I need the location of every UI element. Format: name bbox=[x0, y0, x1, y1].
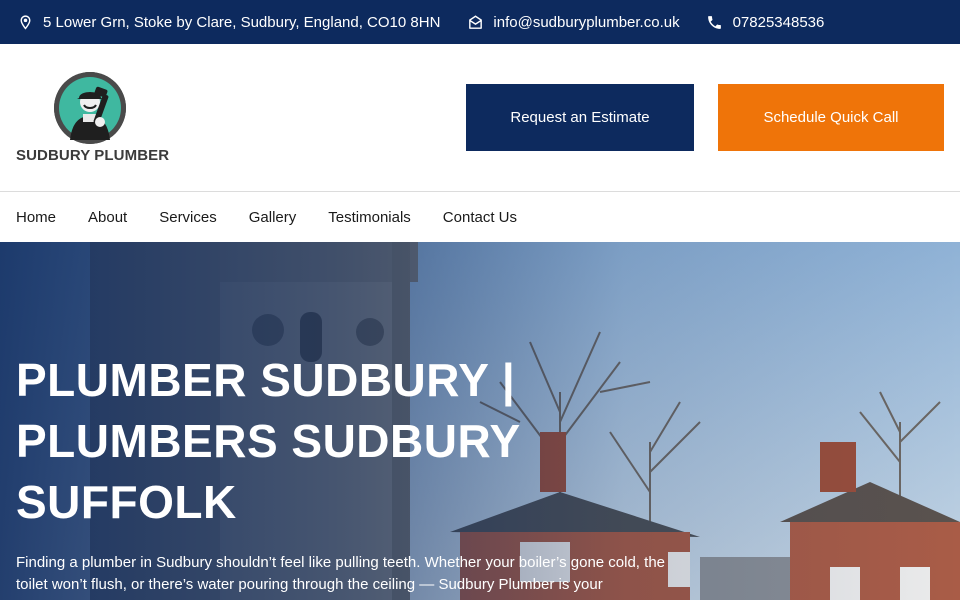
nav-item-gallery[interactable]: Gallery bbox=[249, 209, 297, 226]
hero-section: PLUMBER SUDBURY | PLUMBERS SUDBURY SUFFO… bbox=[0, 242, 960, 600]
email-item[interactable]: info@sudburyplumber.co.uk bbox=[466, 13, 680, 31]
plumber-logo-icon bbox=[54, 72, 126, 144]
nav-item-services[interactable]: Services bbox=[159, 209, 217, 226]
main-nav: Home About Services Gallery Testimonials… bbox=[0, 192, 960, 242]
top-contact-bar: 5 Lower Grn, Stoke by Clare, Sudbury, En… bbox=[0, 0, 960, 44]
nav-item-home[interactable]: Home bbox=[16, 209, 56, 226]
nav-item-testimonials[interactable]: Testimonials bbox=[328, 209, 411, 226]
phone-item[interactable]: 07825348536 bbox=[706, 13, 825, 31]
phone-link[interactable]: 07825348536 bbox=[733, 14, 825, 31]
site-logo[interactable]: SUDBURY PLUMBER bbox=[16, 72, 170, 168]
logo-wordmark: SUDBURY PLUMBER bbox=[16, 147, 170, 164]
nav-item-contact[interactable]: Contact Us bbox=[443, 209, 517, 226]
address-item: 5 Lower Grn, Stoke by Clare, Sudbury, En… bbox=[16, 13, 440, 31]
request-estimate-button[interactable]: Request an Estimate bbox=[466, 84, 694, 151]
nav-item-about[interactable]: About bbox=[88, 209, 127, 226]
phone-icon bbox=[706, 13, 724, 31]
hero-title: PLUMBER SUDBURY | PLUMBERS SUDBURY SUFFO… bbox=[16, 354, 520, 528]
email-link[interactable]: info@sudburyplumber.co.uk bbox=[493, 14, 679, 31]
hero-intro-text: Finding a plumber in Sudbury shouldn’t f… bbox=[16, 554, 665, 593]
address-text: 5 Lower Grn, Stoke by Clare, Sudbury, En… bbox=[43, 13, 441, 31]
envelope-open-icon bbox=[466, 13, 484, 31]
map-pin-icon bbox=[16, 13, 34, 31]
schedule-call-button[interactable]: Schedule Quick Call bbox=[718, 84, 944, 151]
site-header: SUDBURY PLUMBER Request an Estimate Sche… bbox=[0, 44, 960, 192]
